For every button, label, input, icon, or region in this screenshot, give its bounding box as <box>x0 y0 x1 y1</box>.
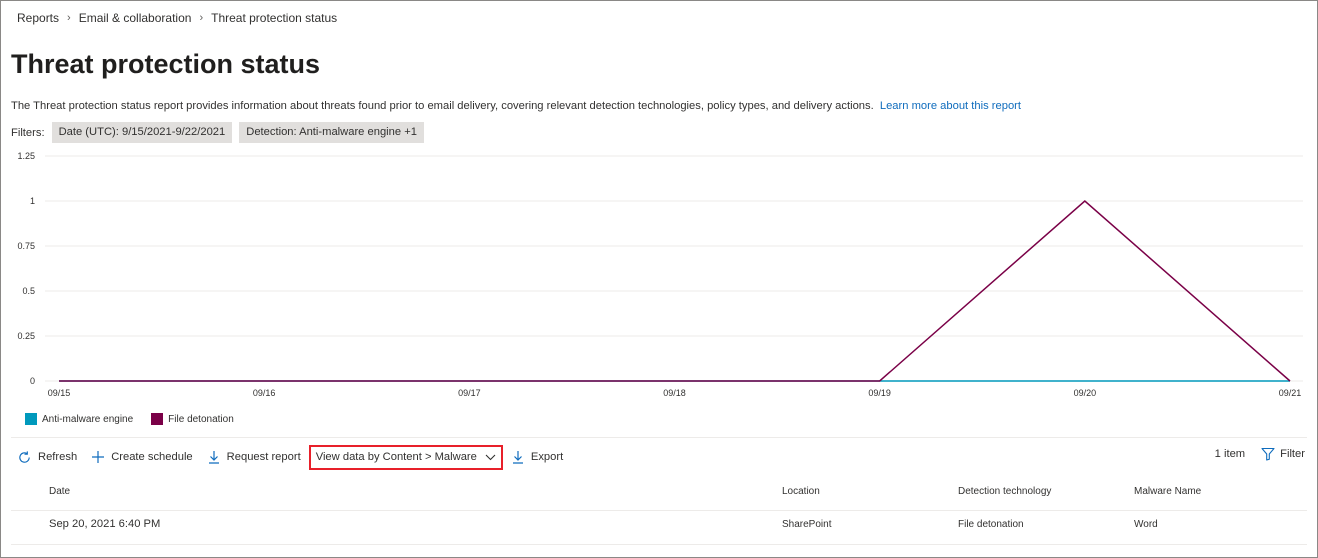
cell-date: Sep 20, 2021 6:40 PM <box>49 518 161 530</box>
x-tick-label: 09/20 <box>1074 388 1097 398</box>
date-filter-chip[interactable]: Date (UTC): 9/15/2021-9/22/2021 <box>51 122 233 143</box>
detection-filter-value: Anti-malware engine +1 <box>299 126 417 138</box>
request-report-button[interactable]: Request report <box>207 450 301 464</box>
refresh-icon <box>17 450 32 465</box>
legend-label-file-detonation: File detonation <box>168 413 234 425</box>
x-tick-label: 09/21 <box>1279 388 1302 398</box>
legend-item-anti-malware[interactable]: Anti-malware engine <box>25 413 133 425</box>
column-header-malware-name[interactable]: Malware Name <box>1134 486 1201 497</box>
breadcrumb-threat-protection-status: Threat protection status <box>211 11 338 25</box>
filter-icon <box>1261 447 1275 461</box>
y-tick-label: 0 <box>30 376 35 386</box>
report-toolbar: Refresh Create schedule Request report V… <box>17 444 577 470</box>
filter-button[interactable]: Filter <box>1261 447 1305 461</box>
item-count: 1 item <box>1214 448 1246 460</box>
description-text: The Threat protection status report prov… <box>11 100 874 112</box>
cell-malware-name: Word <box>1134 519 1158 530</box>
y-tick-label: 0.25 <box>17 331 35 341</box>
download-icon <box>207 450 221 464</box>
export-label: Export <box>530 451 564 463</box>
export-icon <box>511 450 525 464</box>
x-tick-label: 09/15 <box>48 388 71 398</box>
y-tick-label: 0.5 <box>22 286 35 296</box>
column-header-date[interactable]: Date <box>49 486 70 497</box>
column-header-location[interactable]: Location <box>782 486 820 497</box>
legend-swatch-anti-malware <box>25 413 37 425</box>
legend-swatch-file-detonation <box>151 413 164 425</box>
breadcrumb: Reports › Email & collaboration › Threat… <box>17 11 337 25</box>
page-title: Threat protection status <box>11 49 321 79</box>
filters-bar: Filters: Date (UTC): 9/15/2021-9/22/2021… <box>11 122 431 143</box>
filter-label: Filter <box>1280 448 1305 460</box>
y-tick-label: 1.25 <box>17 151 35 161</box>
divider <box>11 437 1307 438</box>
report-page: Reports › Email & collaboration › Threat… <box>0 0 1318 558</box>
legend-item-file-detonation[interactable]: File detonation <box>151 413 234 425</box>
filters-label: Filters: <box>11 126 45 139</box>
request-report-label: Request report <box>226 451 301 463</box>
export-button[interactable]: Export <box>511 450 563 464</box>
legend-label-anti-malware: Anti-malware engine <box>42 413 134 425</box>
refresh-label: Refresh <box>38 451 78 463</box>
chevron-right-icon: › <box>67 12 71 24</box>
learn-more-link[interactable]: Learn more about this report <box>880 100 1021 112</box>
x-tick-label: 09/19 <box>868 388 891 398</box>
view-data-label: View data by Content > Malware <box>315 451 477 463</box>
x-tick-label: 09/18 <box>663 388 686 398</box>
cell-detection-technology: File detonation <box>958 519 1024 530</box>
page-description: The Threat protection status report prov… <box>11 100 1021 112</box>
cell-location: SharePoint <box>782 519 832 530</box>
chevron-down-icon <box>485 454 496 461</box>
toolbar-right: 1 item Filter <box>1215 447 1305 461</box>
breadcrumb-reports[interactable]: Reports <box>17 11 59 25</box>
y-tick-label: 1 <box>30 196 35 206</box>
y-tick-label: 0.75 <box>17 241 35 251</box>
chevron-right-icon: › <box>199 12 204 24</box>
breadcrumb-email-collaboration[interactable]: Email & collaboration <box>79 11 192 25</box>
date-filter-key: Date (UTC): <box>58 126 122 138</box>
x-tick-label: 09/17 <box>458 388 481 398</box>
row-divider <box>11 544 1307 545</box>
date-filter-value: 9/15/2021-9/22/2021 <box>121 126 226 138</box>
refresh-button[interactable]: Refresh <box>17 450 77 465</box>
threat-line-chart: 1.25 1 0.75 0.5 0.25 0 09/15 09/16 09/17 09/18 09/… <box>17 151 1303 398</box>
detection-filter-chip[interactable]: Detection: Anti-malware engine +1 <box>239 122 424 143</box>
create-schedule-label: Create schedule <box>111 451 193 463</box>
detection-filter-key: Detection: <box>246 126 300 138</box>
plus-icon <box>91 450 105 464</box>
chart-legend: Anti-malware engine File detonation <box>25 413 252 425</box>
x-tick-label: 09/16 <box>253 388 276 398</box>
header-divider <box>11 510 1307 511</box>
view-data-dropdown[interactable]: View data by Content > Malware <box>308 444 503 470</box>
create-schedule-button[interactable]: Create schedule <box>91 450 193 464</box>
column-header-detection-technology[interactable]: Detection technology <box>958 486 1051 497</box>
